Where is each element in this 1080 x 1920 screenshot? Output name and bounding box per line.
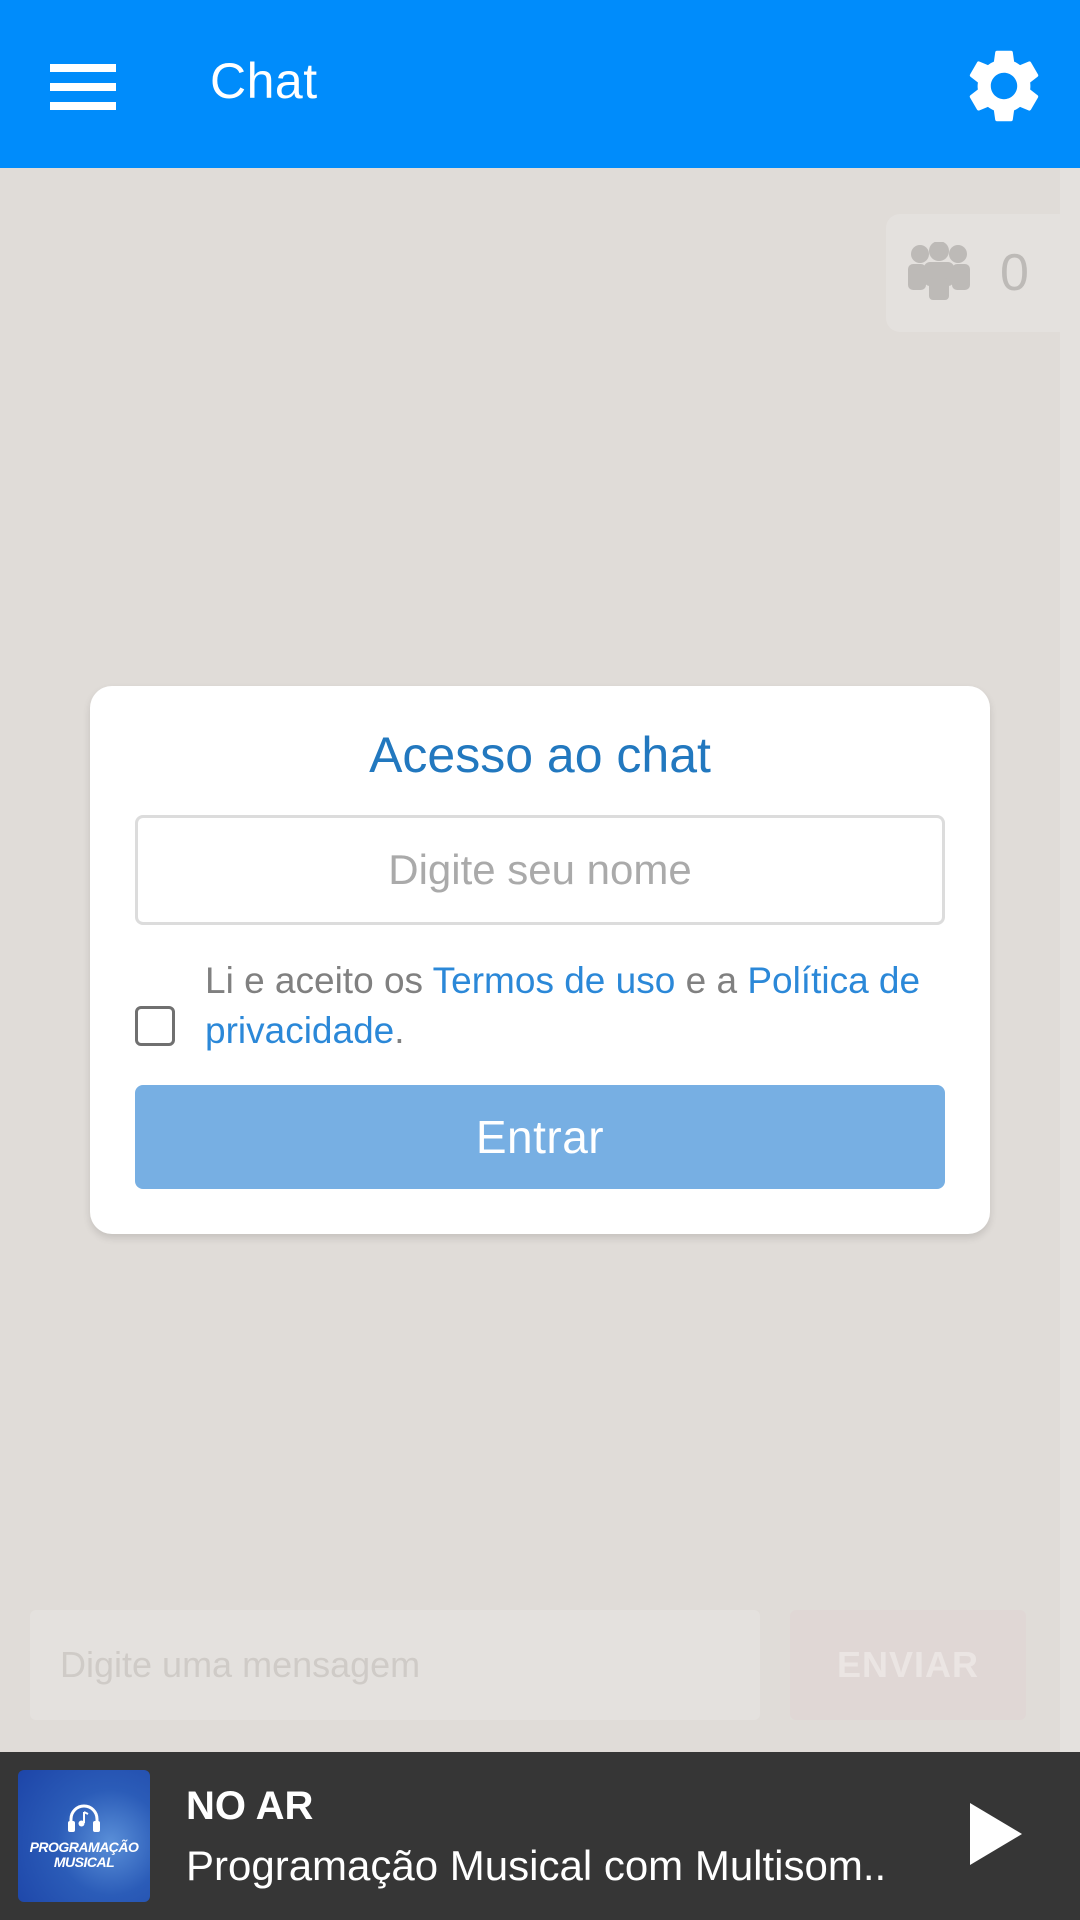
menu-bar — [50, 64, 116, 72]
play-icon[interactable] — [970, 1803, 1022, 1865]
online-users-badge[interactable]: 0 — [886, 214, 1060, 332]
terms-prefix: Li e aceito os — [205, 960, 433, 1001]
menu-bar — [50, 102, 116, 110]
album-art-line2: MUSICAL — [53, 1853, 115, 1870]
modal-title: Acesso ao chat — [369, 727, 711, 783]
radio-player: PROGRAMAÇÃO MUSICAL NO AR Programação Mu… — [0, 1752, 1080, 1920]
name-input[interactable] — [135, 815, 945, 925]
menu-bar — [50, 83, 116, 91]
terms-text: Li e aceito os Termos de uso e a Polític… — [205, 956, 945, 1056]
terms-middle: e a — [675, 960, 748, 1001]
scrollbar[interactable] — [1060, 168, 1080, 1752]
chat-access-modal: Acesso ao chat Li e aceito os Termos de … — [90, 686, 990, 1234]
terms-suffix: . — [394, 1010, 405, 1051]
terms-checkbox[interactable] — [135, 1006, 175, 1046]
app-header: Chat — [0, 0, 1080, 168]
chat-screen: Chat 0 Digite uma mensagem ENVIAR Acesso… — [0, 0, 1080, 1920]
headphones-music-note-icon — [67, 1803, 101, 1840]
terms-of-use-link[interactable]: Termos de uso — [433, 960, 676, 1001]
enter-button[interactable]: Entrar — [135, 1085, 945, 1189]
track-title: Programação Musical com Multisom.. — [186, 1842, 887, 1889]
page-title: Chat — [210, 53, 318, 109]
send-button[interactable]: ENVIAR — [790, 1610, 1026, 1720]
online-users-count: 0 — [1000, 244, 1029, 302]
album-art: PROGRAMAÇÃO MUSICAL — [18, 1770, 150, 1902]
message-input[interactable]: Digite uma mensagem — [30, 1610, 760, 1720]
terms-consent-row: Li e aceito os Termos de uso e a Polític… — [135, 956, 945, 1056]
album-art-line1: PROGRAMAÇÃO — [29, 1838, 139, 1855]
on-air-label: NO AR — [186, 1784, 314, 1828]
gear-icon[interactable] — [960, 42, 1048, 130]
users-group-icon — [908, 240, 970, 305]
hamburger-menu-icon[interactable] — [50, 64, 116, 110]
